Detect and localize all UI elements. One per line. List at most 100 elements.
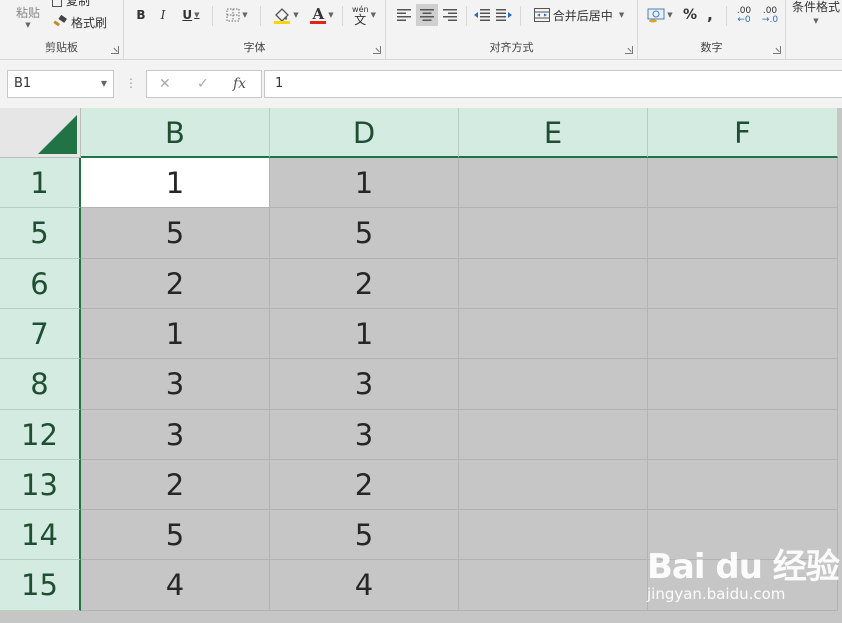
column-header-d[interactable]: D xyxy=(270,108,459,158)
decrease-decimal-button[interactable]: .00 →.0 xyxy=(758,5,782,27)
row-header[interactable]: 7 xyxy=(0,309,81,359)
format-painter-button[interactable]: 格式刷 xyxy=(52,11,107,33)
cell-f13[interactable] xyxy=(648,460,838,510)
cell-d8[interactable]: 3 xyxy=(270,359,459,410)
cell-e7[interactable] xyxy=(459,309,648,359)
name-box[interactable]: B1 ▼ xyxy=(7,70,114,98)
cell-d15[interactable]: 4 xyxy=(270,560,459,611)
row-header[interactable]: 1 xyxy=(0,158,81,208)
separator xyxy=(466,6,467,26)
cell-d7[interactable]: 1 xyxy=(270,309,459,359)
cell-b13[interactable]: 2 xyxy=(81,460,270,510)
enter-entry-button[interactable]: ✓ xyxy=(197,71,209,97)
cell-b12[interactable]: 3 xyxy=(81,410,270,460)
column-header-b[interactable]: B xyxy=(81,108,270,158)
cell-e1[interactable] xyxy=(459,158,648,208)
bold-button[interactable]: B xyxy=(132,4,150,26)
chevron-down-icon[interactable]: ▼ xyxy=(101,71,107,97)
italic-button[interactable]: I xyxy=(154,4,172,26)
cell-e8[interactable] xyxy=(459,359,648,410)
underline-button[interactable]: U ▼ xyxy=(176,4,206,26)
cell-d12[interactable]: 3 xyxy=(270,410,459,460)
cell-d1[interactable]: 1 xyxy=(270,158,459,208)
cell-f6[interactable] xyxy=(648,259,838,309)
underline-label: U xyxy=(182,8,193,22)
cell-b1[interactable]: 1 xyxy=(81,158,270,208)
chevron-down-icon: ▼ xyxy=(242,11,248,19)
cell-e12[interactable] xyxy=(459,410,648,460)
row-header[interactable]: 12 xyxy=(0,410,81,460)
cell-e15[interactable] xyxy=(459,560,648,611)
accounting-format-button[interactable]: ▼ xyxy=(644,4,676,26)
formula-bar-resize-handle[interactable]: ⋮ xyxy=(125,76,137,90)
comma-style-button[interactable]: , xyxy=(702,4,718,26)
cell-b7[interactable]: 1 xyxy=(81,309,270,359)
clipboard-dialog-launcher-icon[interactable] xyxy=(111,46,119,54)
font-dialog-launcher-icon[interactable] xyxy=(373,46,381,54)
select-all-triangle-icon xyxy=(38,115,77,154)
merge-center-button[interactable]: 合并后居中 ▼ xyxy=(526,4,632,26)
row-header[interactable]: 15 xyxy=(0,560,81,611)
formula-input[interactable]: 1 xyxy=(264,70,842,98)
border-button[interactable]: ▼ xyxy=(220,4,254,26)
column-header-e[interactable]: E xyxy=(459,108,648,158)
decrease-indent-button[interactable] xyxy=(472,4,492,26)
row-header[interactable]: 13 xyxy=(0,460,81,510)
cell-b5[interactable]: 5 xyxy=(81,208,270,259)
phonetic-guide-button[interactable]: wén 文 ▼ xyxy=(348,4,380,26)
paste-button[interactable]: 粘贴 ▼ xyxy=(8,0,48,30)
cell-f5[interactable] xyxy=(648,208,838,259)
cell-b8[interactable]: 3 xyxy=(81,359,270,410)
cell-d5[interactable]: 5 xyxy=(270,208,459,259)
increase-decimal-button[interactable]: .00 ←0 xyxy=(732,5,756,27)
copy-icon xyxy=(52,0,62,7)
alignment-dialog-launcher-icon[interactable] xyxy=(625,46,633,54)
separator xyxy=(260,6,261,26)
number-dialog-launcher-icon[interactable] xyxy=(773,46,781,54)
decrease-indent-icon xyxy=(474,9,490,21)
align-center-button[interactable] xyxy=(416,4,438,26)
align-right-button[interactable] xyxy=(440,4,460,26)
cell-e14[interactable] xyxy=(459,510,648,560)
cell-f8[interactable] xyxy=(648,359,838,410)
cell-b15[interactable]: 4 xyxy=(81,560,270,611)
number-group-label: 数字 xyxy=(700,41,723,54)
insert-function-button[interactable]: fx xyxy=(233,71,246,97)
cell-b14[interactable]: 5 xyxy=(81,510,270,560)
row-header[interactable]: 5 xyxy=(0,208,81,259)
clipboard-group: 粘贴 ▼ 复制 格式刷 剪贴板 xyxy=(0,0,124,60)
cell-d14[interactable]: 5 xyxy=(270,510,459,560)
conditional-format-label: 条件格式 xyxy=(791,0,840,14)
percent-style-button[interactable]: % xyxy=(680,4,700,26)
paint-bucket-icon xyxy=(274,8,291,24)
alignment-group: 合并后居中 ▼ 对齐方式 xyxy=(386,0,638,60)
separator xyxy=(342,6,343,26)
cell-e6[interactable] xyxy=(459,259,648,309)
font-color-bar-icon xyxy=(310,20,327,24)
column-header-f[interactable]: F xyxy=(648,108,838,158)
cancel-entry-button[interactable]: ✕ xyxy=(159,71,171,97)
font-color-button[interactable]: A ▼ xyxy=(306,4,338,26)
cell-b6[interactable]: 2 xyxy=(81,259,270,309)
cell-e13[interactable] xyxy=(459,460,648,510)
cell-f12[interactable] xyxy=(648,410,838,460)
name-box-value: B1 xyxy=(14,76,32,91)
row-header[interactable]: 8 xyxy=(0,359,81,410)
ribbon: 粘贴 ▼ 复制 格式刷 剪贴板 B I U ▼ ▼ ▼ A ▼ wén 文 ▼ … xyxy=(0,0,842,60)
increase-indent-icon xyxy=(496,9,512,21)
baidu-jingyan-watermark: Bai du 经验 jingyan.baidu.com xyxy=(643,535,842,623)
conditional-format-button[interactable]: 条件格式 ▼ xyxy=(790,0,842,32)
italic-label: I xyxy=(160,8,166,22)
align-left-button[interactable] xyxy=(394,4,414,26)
fill-color-button[interactable]: ▼ xyxy=(268,4,304,26)
row-header[interactable]: 14 xyxy=(0,510,81,560)
copy-button[interactable]: 复制 xyxy=(52,0,90,8)
row-header[interactable]: 6 xyxy=(0,259,81,309)
cell-d6[interactable]: 2 xyxy=(270,259,459,309)
select-all-button[interactable] xyxy=(0,108,81,158)
cell-f1[interactable] xyxy=(648,158,838,208)
cell-f7[interactable] xyxy=(648,309,838,359)
cell-e5[interactable] xyxy=(459,208,648,259)
cell-d13[interactable]: 2 xyxy=(270,460,459,510)
increase-indent-button[interactable] xyxy=(494,4,514,26)
